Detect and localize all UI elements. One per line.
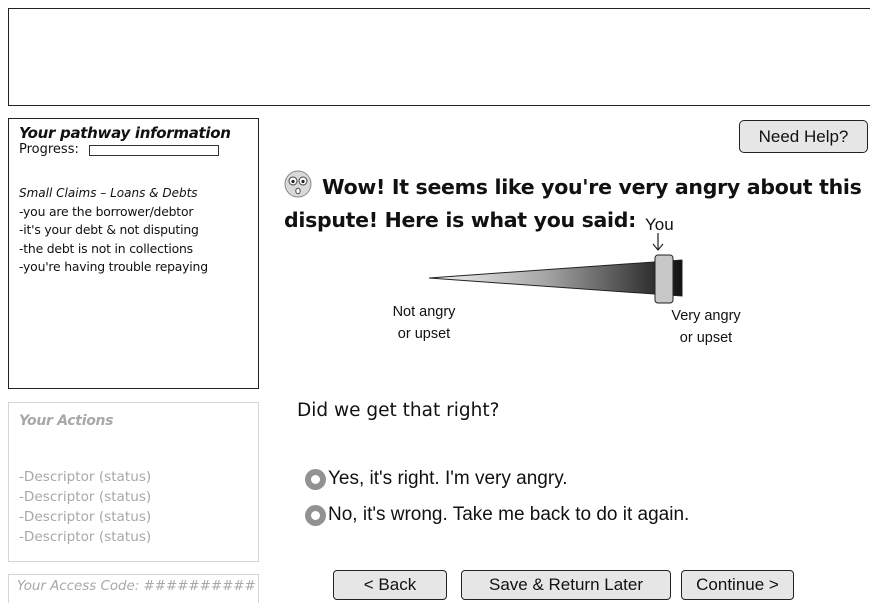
progress-bar xyxy=(88,144,219,156)
radio-yes[interactable] xyxy=(305,468,326,490)
progress-row: Progress: xyxy=(19,142,258,158)
radio-no[interactable] xyxy=(305,504,326,526)
scale-label-high-line1: Very angry xyxy=(671,308,741,324)
actions-panel: Your Actions -Descriptor (status) -Descr… xyxy=(8,402,259,562)
arrow-down-icon xyxy=(652,233,664,251)
save-return-later-button[interactable]: Save & Return Later xyxy=(461,570,671,600)
actions-title: Your Actions xyxy=(19,413,114,429)
pathway-line: -you're having trouble repaying xyxy=(19,259,208,275)
action-item: -Descriptor (status) xyxy=(19,489,152,505)
scale-label-high-line2: or upset xyxy=(679,330,733,346)
option-yes[interactable]: Yes, it's right. I'm very angry. xyxy=(305,468,568,490)
pathway-line: -the debt is not in collections xyxy=(19,240,193,256)
pathway-panel: Your pathway information Progress: Small… xyxy=(8,118,259,389)
scale-label-low: Not angry or upset xyxy=(379,301,469,345)
continue-button[interactable]: Continue > xyxy=(681,570,794,600)
scale-marker xyxy=(654,254,674,304)
progress-label: Progress: xyxy=(19,142,79,157)
pathway-title: Your pathway information xyxy=(19,124,231,142)
top-banner xyxy=(8,8,870,106)
back-button[interactable]: < Back xyxy=(333,570,447,600)
anger-scale: You Not angry or upset Very angry or ups… xyxy=(284,215,870,365)
scale-label-low-line1: Not angry xyxy=(392,304,456,320)
surprised-face-icon xyxy=(284,170,312,198)
pathway-category: Small Claims – Loans & Debts xyxy=(19,186,198,200)
anger-scale-wedge xyxy=(429,254,683,304)
action-item: -Descriptor (status) xyxy=(19,529,152,545)
confirm-question: Did we get that right? xyxy=(297,400,500,421)
actions-list: -Descriptor (status) -Descriptor (status… xyxy=(19,467,258,547)
heading-line-1: Wow! It seems like you're very angry abo… xyxy=(284,170,870,204)
option-yes-label: Yes, it's right. I'm very angry. xyxy=(328,468,568,489)
scale-label-low-line2: or upset xyxy=(397,326,451,342)
scale-label-high: Very angry or upset xyxy=(661,305,751,349)
pathway-line: -you are the borrower/debtor xyxy=(19,204,194,219)
access-code: Your Access Code: ########## xyxy=(8,574,259,603)
action-item: -Descriptor (status) xyxy=(19,509,152,525)
need-help-button[interactable]: Need Help? xyxy=(739,120,868,153)
action-item: -Descriptor (status) xyxy=(19,469,152,485)
pathway-line: -it's your debt & not disputing xyxy=(19,222,199,238)
heading-text-1: Wow! It seems like you're very angry abo… xyxy=(322,175,862,199)
option-no-label: No, it's wrong. Take me back to do it ag… xyxy=(328,504,690,525)
option-no[interactable]: No, it's wrong. Take me back to do it ag… xyxy=(305,504,689,526)
